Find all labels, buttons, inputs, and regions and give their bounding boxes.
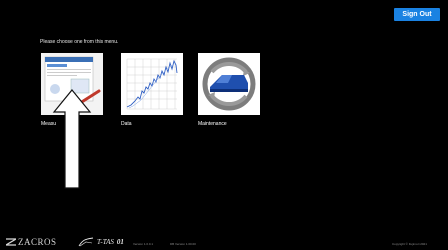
copyright-text: Copyright © Fujimori 2021 xyxy=(392,242,427,246)
zacros-brand-text: ZACROS xyxy=(18,237,57,247)
pointer-arrow-icon xyxy=(52,89,92,189)
maintenance-icon xyxy=(198,53,260,115)
ttas-product-suffix: 01 xyxy=(116,238,124,246)
ttas-product-text: T-TAS xyxy=(97,238,114,246)
ttas-logo: T-TAS 01 xyxy=(78,237,124,247)
data-chart-icon xyxy=(121,53,183,115)
zacros-logo: ZACROS xyxy=(6,237,57,247)
ttas-swoosh-icon xyxy=(78,237,94,247)
db-version-text: DB Version 1.00.00 xyxy=(170,242,196,246)
data-label: Data xyxy=(121,121,132,127)
menu-prompt: Please choose one from this menu. xyxy=(40,39,119,45)
version-text: Version 1.0.0.1 xyxy=(133,242,154,246)
maintenance-tile[interactable] xyxy=(198,53,260,115)
maintenance-label: Maintenance xyxy=(198,121,227,127)
zacros-mark-icon xyxy=(6,238,16,246)
data-tile[interactable] xyxy=(121,53,183,115)
sign-out-button[interactable]: Sign Out xyxy=(394,8,440,21)
